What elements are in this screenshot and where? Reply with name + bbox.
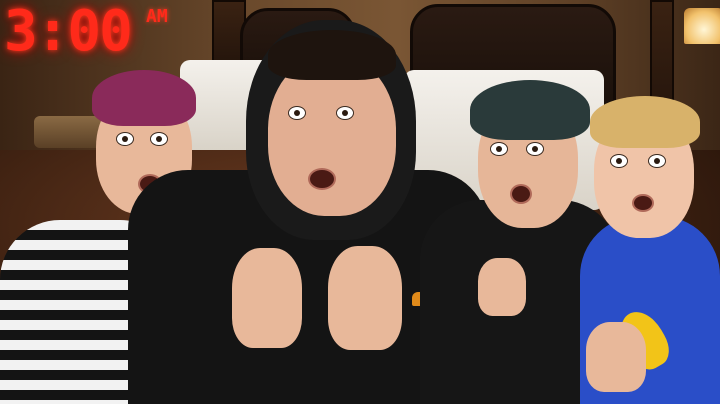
surprised-mouth (510, 184, 532, 204)
eye (526, 142, 544, 156)
blonde-hair (590, 96, 700, 148)
eye (288, 106, 306, 120)
clock-period-overlay: AM (146, 6, 168, 27)
surprised-mouth (632, 194, 654, 212)
person-blue-sweater (560, 96, 720, 404)
hand (328, 246, 402, 350)
eye (610, 154, 628, 168)
face (268, 56, 396, 216)
eye (648, 154, 666, 168)
eye (336, 106, 354, 120)
clock-time-overlay: 3:00 (4, 0, 133, 64)
hand (586, 322, 646, 392)
thumbnail-scene: 3:00 AM (0, 0, 720, 404)
hand (232, 248, 302, 348)
dark-hair (268, 30, 396, 80)
hand-with-rings (478, 258, 526, 316)
lamp (684, 8, 720, 44)
eye (490, 142, 508, 156)
surprised-mouth (308, 168, 336, 190)
